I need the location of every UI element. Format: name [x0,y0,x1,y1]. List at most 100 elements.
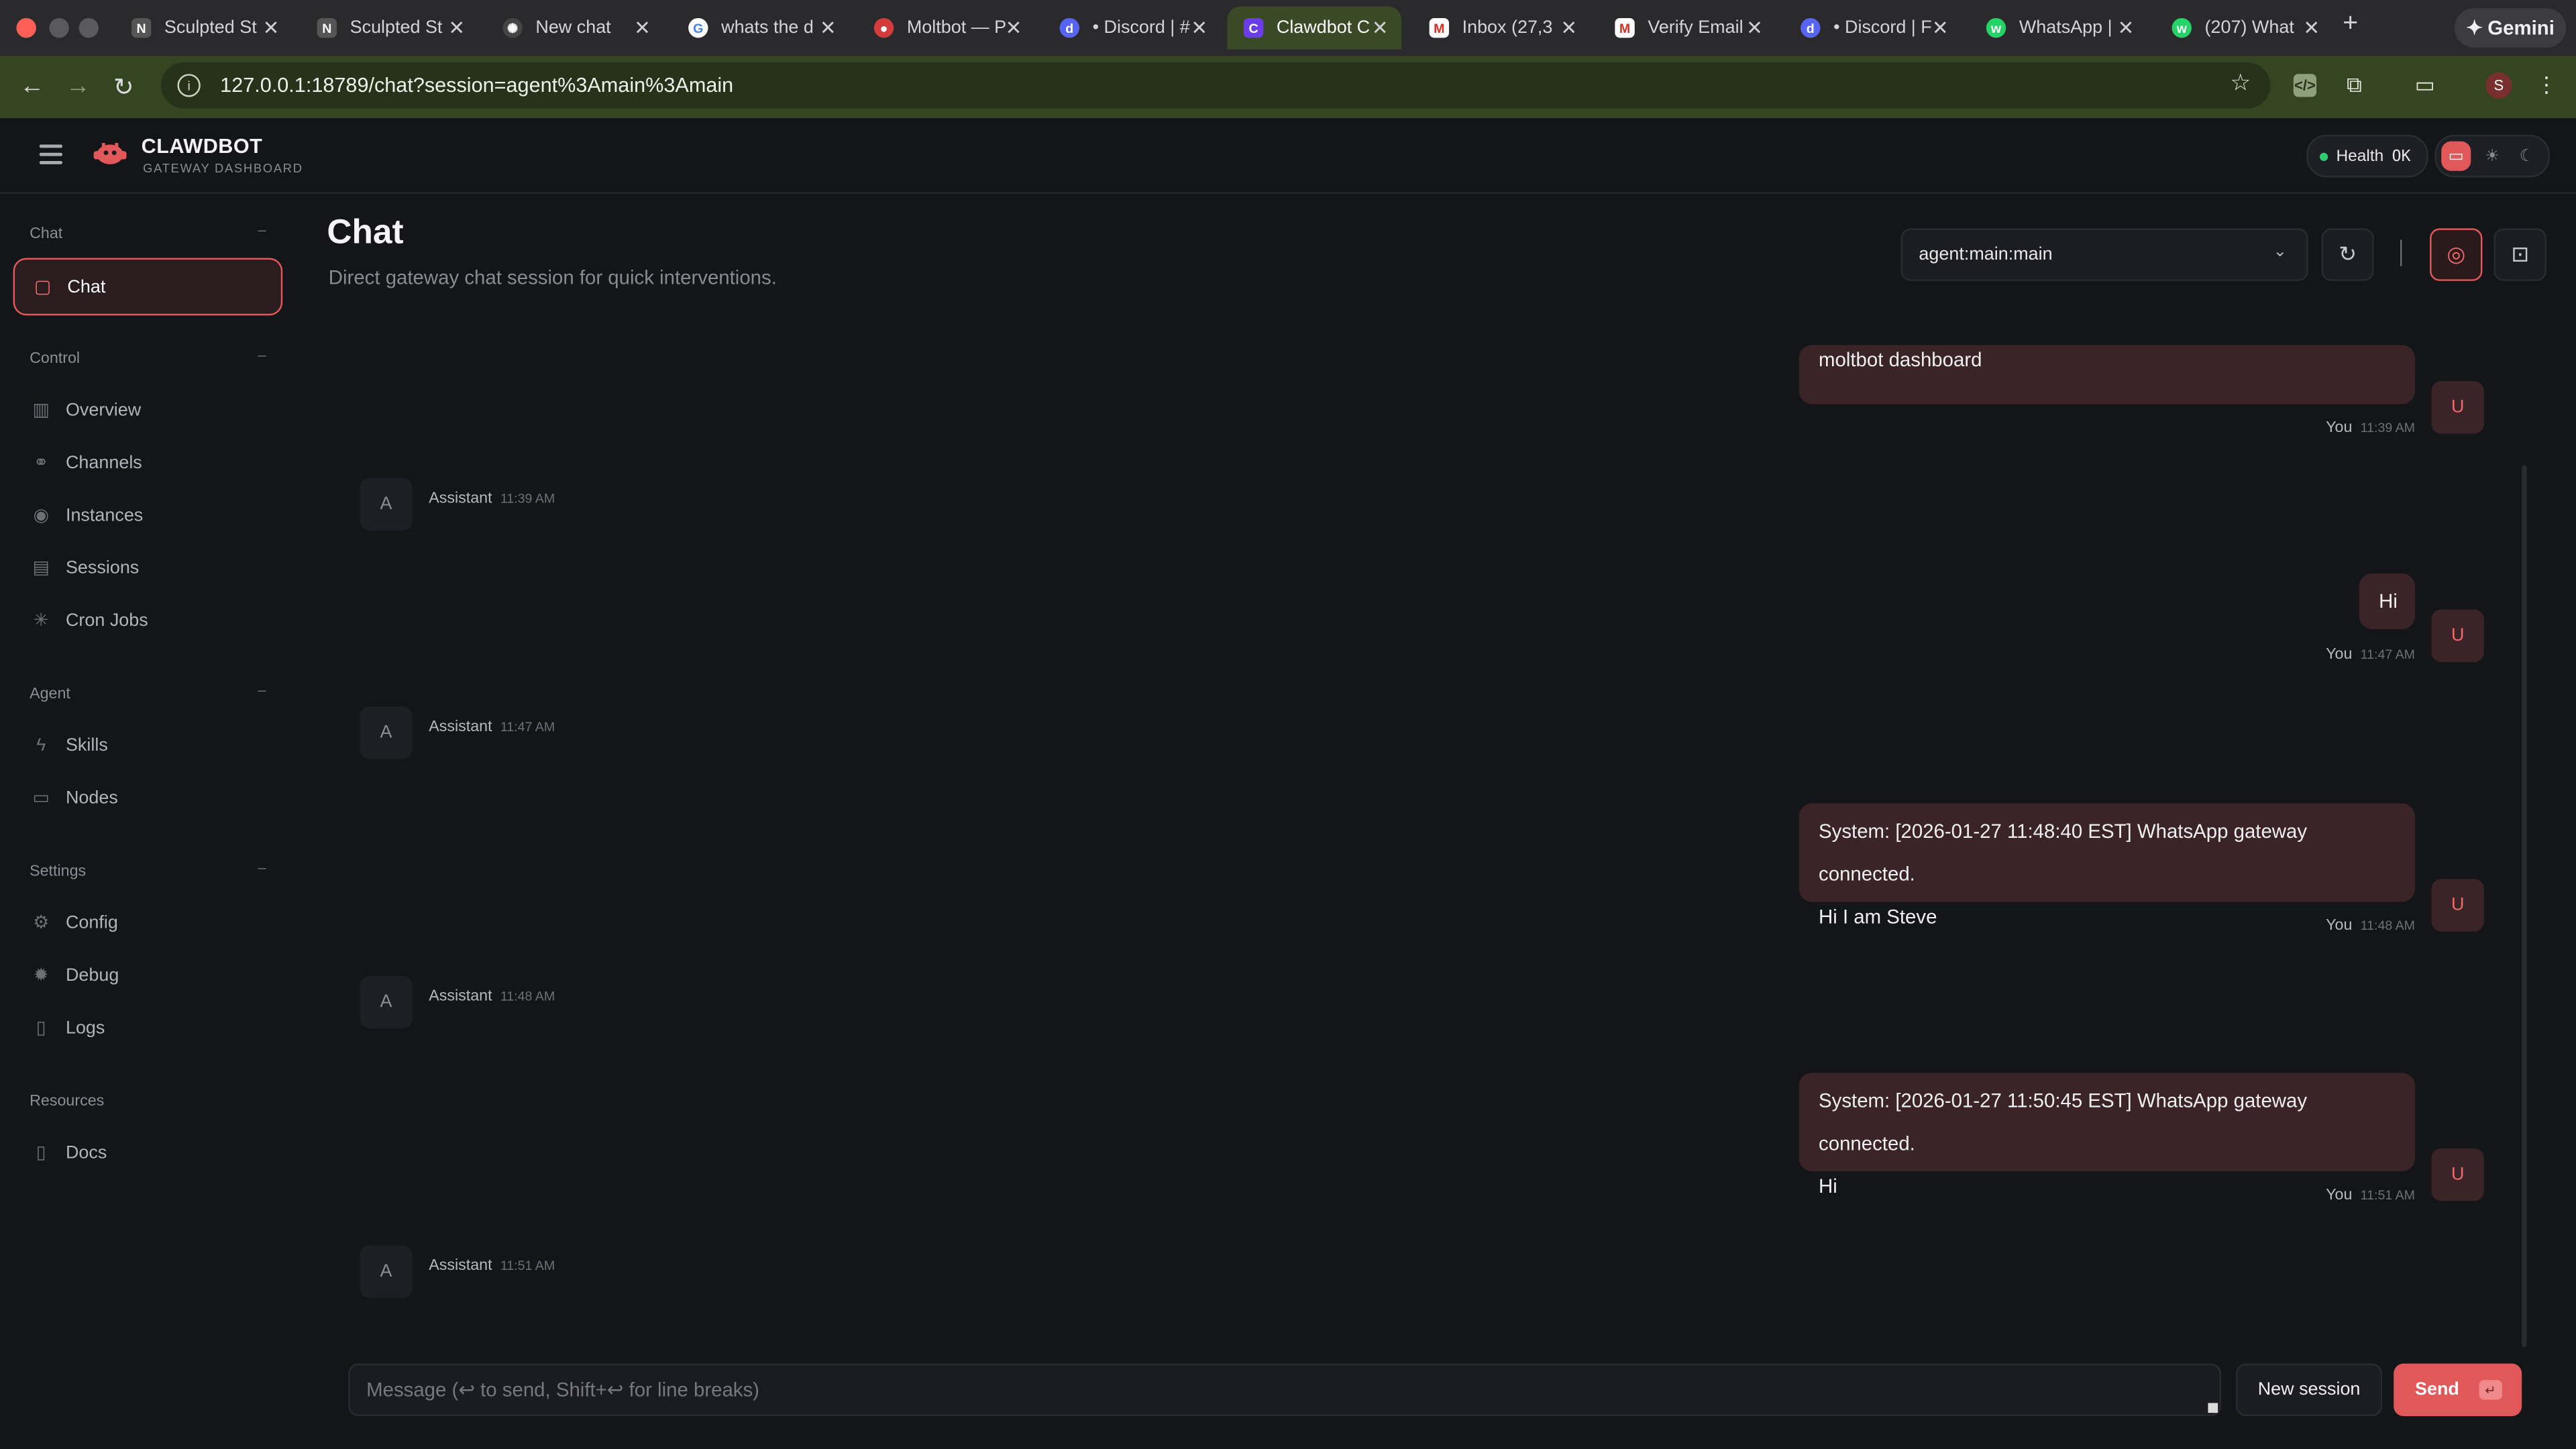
forward-arrow-icon[interactable]: → [66,72,91,101]
sidebar-item-instances[interactable]: ◉ Instances [13,488,283,543]
more-menu-icon[interactable]: ⋮ [2535,73,2558,97]
clawdbot-icon: C [1243,17,1264,38]
sidebar-item-sessions[interactable]: ▤ Sessions [13,541,283,596]
sidebar-item-debug[interactable]: ✹ Debug [13,948,283,1004]
sidebar-item-overview[interactable]: ▥ Overview [13,383,283,439]
back-arrow-icon[interactable]: ← [19,72,44,101]
avatar-initial: U [2451,895,2465,916]
sidebar-item-config[interactable]: ⚙ Config [13,896,283,951]
bookmark-star-icon[interactable]: ☆ [2230,69,2251,97]
book-icon: ▯ [36,1143,46,1163]
browser-tab[interactable]: M Verify Email ✕ [1599,7,1776,50]
address-bar[interactable]: i 127.0.0.1:18789/chat?session=agent%3Am… [161,62,2271,109]
resize-handle[interactable] [2208,1403,2218,1413]
close-tab-icon[interactable]: ✕ [1932,16,1949,39]
browser-tab[interactable]: M Inbox (27,3 ✕ [1413,7,1590,50]
chevron-down-icon: ⌄ [2273,243,2288,262]
profile-avatar[interactable]: S [2485,72,2512,99]
session-select[interactable]: agent:main:main ⌄ [1900,228,2308,281]
focus-mode-button[interactable]: ⊡ [2493,228,2546,281]
tab-title: whats the d [721,17,814,38]
light-theme-sun-icon[interactable]: ☀ [2477,142,2507,171]
close-tab-icon[interactable]: ✕ [1746,16,1763,39]
new-tab-button[interactable]: + [2343,10,2358,40]
page-title: Chat [327,213,404,252]
sidebar-item-cron-jobs[interactable]: ✳ Cron Jobs [13,593,283,649]
send-label: Send [2415,1380,2459,1400]
close-tab-icon[interactable]: ✕ [1006,16,1022,39]
browser-tab-active[interactable]: C Clawdbot C ✕ [1227,6,1401,50]
reading-mode-icon[interactable]: ▭ [2414,73,2436,97]
close-tab-icon[interactable]: ✕ [2303,16,2320,39]
minimize-window-button[interactable] [49,17,69,38]
browser-tab[interactable]: d • Discord | F ✕ [1784,7,1962,50]
google-icon: G [688,17,708,38]
close-tab-icon[interactable]: ✕ [634,16,651,39]
browser-tab[interactable]: N Sculpted St ✕ [115,7,292,50]
close-window-button[interactable] [16,17,36,38]
collapse-settings-icon[interactable]: – [258,859,266,875]
collapse-agent-icon[interactable]: – [258,682,266,698]
browser-tab[interactable]: w (207) What ✕ [2155,7,2332,50]
close-tab-icon[interactable]: ✕ [2118,16,2135,39]
gmail-icon: M [1429,17,1450,38]
sidebar-item-docs[interactable]: ▯ Docs [13,1126,283,1181]
system-theme-monitor-icon[interactable]: ▭ [2441,141,2471,171]
message-time: 11:48 AM [2360,918,2416,934]
user-avatar: U [2431,879,2484,932]
user-avatar: U [2431,381,2484,434]
chat-thread: moltbot dashboard U You 11:39 AM A Assist… [329,312,2538,1347]
zoom-window-button[interactable] [78,17,99,38]
message-text: Hi [2379,590,2398,613]
sidebar-item-skills[interactable]: ϟ Skills [13,718,283,773]
close-tab-icon[interactable]: ✕ [820,16,837,39]
browser-tab[interactable]: N Sculpted St ✕ [301,7,478,50]
close-tab-icon[interactable]: ✕ [448,16,465,39]
sidebar-item-label: Nodes [65,788,118,808]
sidebar-item-chat[interactable]: ▢ Chat [13,258,283,316]
browser-tab[interactable]: w WhatsApp | ✕ [1970,7,2147,50]
devtools-extension-icon[interactable]: </> [2293,74,2317,97]
message-meta: Assistant 11:51 AM [429,1256,555,1275]
health-badge: Health OK [2306,134,2428,178]
site-info-icon[interactable]: i [177,74,201,97]
refresh-button[interactable]: ↻ [2321,228,2374,281]
menu-toggle-icon[interactable] [39,144,63,164]
sidebar-item-channels[interactable]: ⚭ Channels [13,435,283,491]
gemini-label: Gemini [2487,16,2555,40]
browser-tab[interactable]: d • Discord | # ✕ [1043,7,1220,50]
close-tab-icon[interactable]: ✕ [1372,16,1389,39]
browser-tab[interactable]: ✺ New chat ✕ [486,7,663,50]
message-time: 11:39 AM [500,491,555,506]
whatsapp-icon: w [1986,17,2006,38]
gear-icon: ⚙ [33,913,50,934]
sidebar-item-label: Instances [65,506,144,526]
message-input[interactable] [350,1365,2220,1415]
section-control-label: Control [30,350,80,368]
user-message-bubble: System: [2026-01-27 11:48:40 EST] WhatsA… [1799,803,2416,928]
browser-tab[interactable]: ● Moltbot — P ✕ [857,7,1034,50]
new-session-button[interactable]: New session [2236,1363,2383,1417]
collapse-control-icon[interactable]: – [258,347,266,363]
url-text[interactable]: 127.0.0.1:18789/chat?session=agent%3Amai… [220,74,733,97]
sidebar-item-label: Cron Jobs [65,611,148,631]
sidebar-item-nodes[interactable]: ▭ Nodes [13,771,283,826]
message-meta: Assistant 11:39 AM [429,490,555,508]
user-message-bubble: Hi [2359,573,2416,629]
tab-title: New chat [535,17,611,38]
extensions-puzzle-icon[interactable]: ⧉ [2343,73,2365,97]
gemini-button[interactable]: ✦ Gemini [2454,8,2567,48]
message-meta: You 11:48 AM [2326,917,2415,935]
close-tab-icon[interactable]: ✕ [263,16,280,39]
reload-icon[interactable]: ↻ [113,72,134,102]
sidebar-item-logs[interactable]: ▯ Logs [13,1000,283,1056]
browser-tab[interactable]: G whats the d ✕ [672,7,849,50]
dark-theme-moon-icon[interactable]: ☾ [2512,142,2542,171]
thinking-toggle-button[interactable]: ◎ [2430,228,2483,281]
send-button[interactable]: Send ↵ [2394,1363,2522,1417]
sender-name: Assistant [429,987,492,1006]
close-tab-icon[interactable]: ✕ [1191,16,1208,39]
close-tab-icon[interactable]: ✕ [1560,16,1577,39]
collapse-chat-icon[interactable]: – [258,222,266,238]
message-meta: You 11:51 AM [2326,1186,2415,1204]
